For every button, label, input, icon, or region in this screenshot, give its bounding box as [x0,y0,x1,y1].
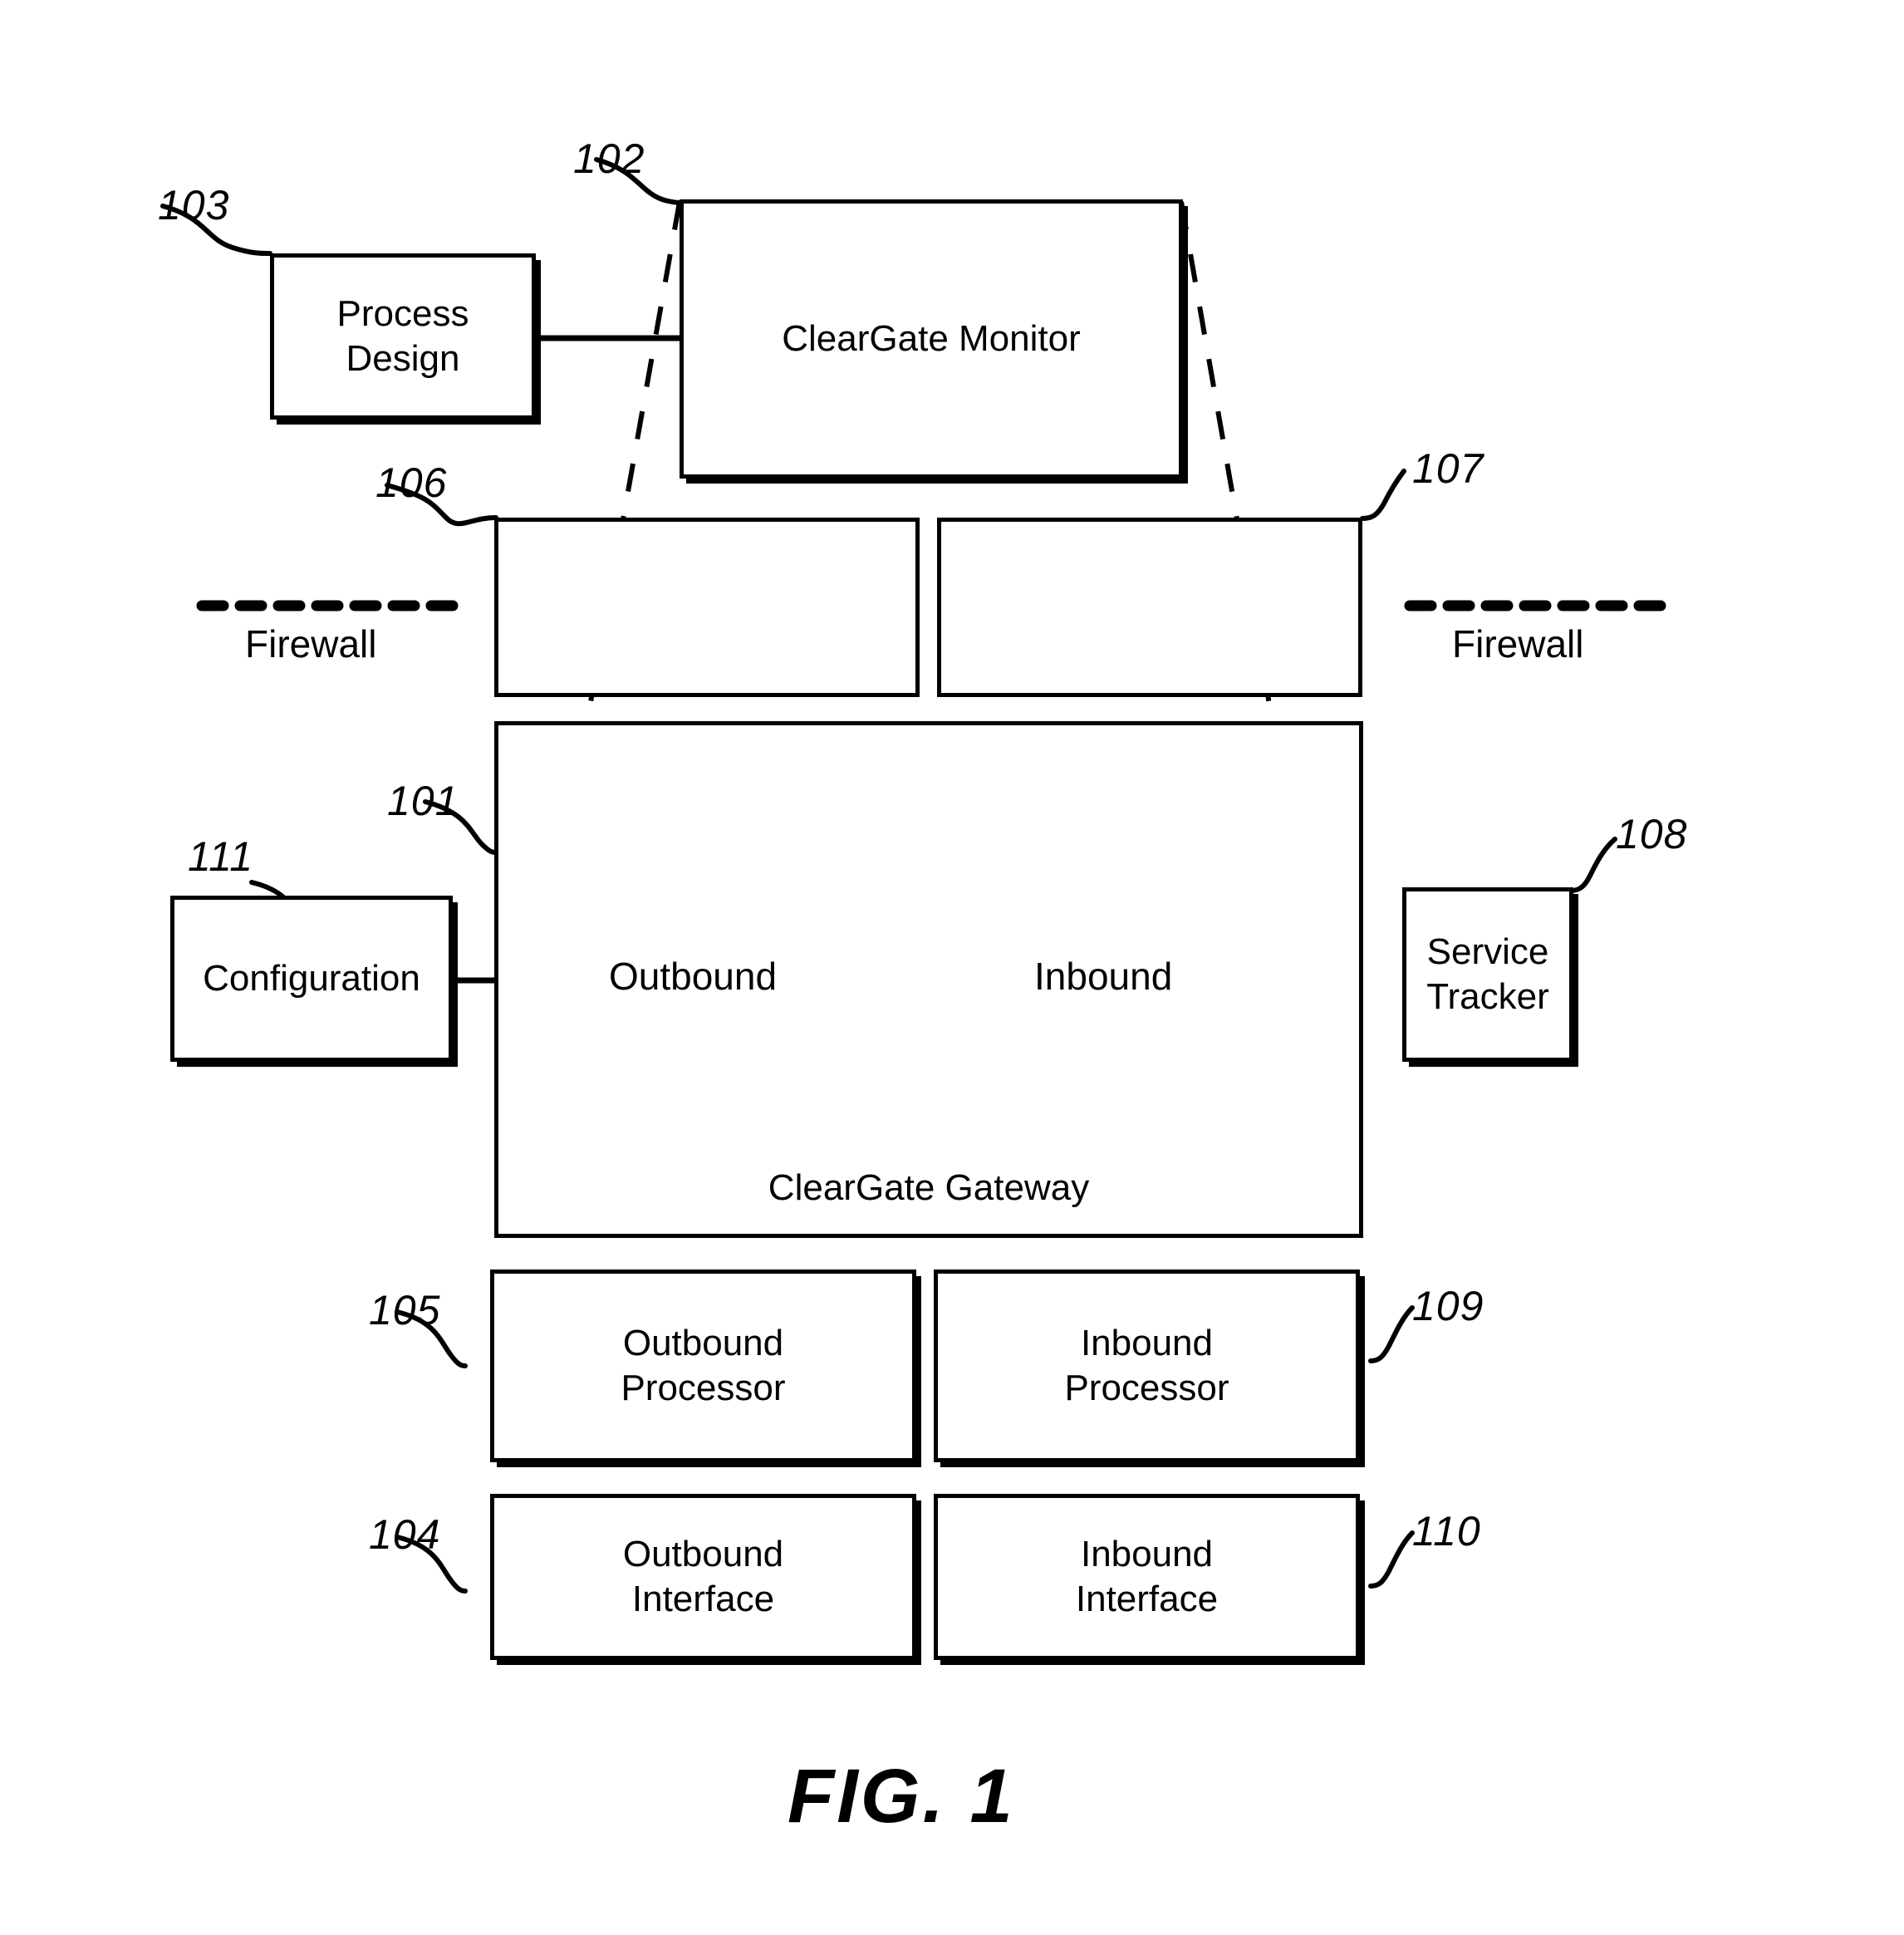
ref-numeral-110-text: 110 [1412,1508,1481,1554]
ref-numeral-111-text: 111 [188,833,254,880]
box-process-design[interactable]: Process Design [270,253,536,420]
ref-numeral-110: 110 [1412,1507,1481,1555]
label-outbound-flow: Outbound [609,954,777,999]
leader-109 [1368,1305,1415,1363]
box-inbound-interface[interactable]: Inbound Interface [934,1494,1360,1660]
box-configuration-label: Configuration [203,958,420,999]
ref-numeral-105: 105 [369,1286,440,1334]
box-outbound-interface-label: Outbound Interface [622,1534,784,1619]
label-outbound-flow-text: Outbound [609,955,778,998]
ref-numeral-107: 107 [1412,444,1484,493]
ref-numeral-101: 101 [387,777,459,825]
ref-numeral-103: 103 [158,181,229,229]
ref-numeral-109-text: 109 [1412,1283,1484,1329]
ref-numeral-104: 104 [369,1510,440,1559]
ref-numeral-107-text: 107 [1412,445,1484,492]
label-firewall-left: Firewall [245,621,376,666]
ref-numeral-104-text: 104 [369,1511,441,1558]
ref-numeral-109: 109 [1412,1282,1484,1330]
box-process-design-label: Process Design [336,293,469,379]
figure-caption-text: FIG. 1 [788,1754,1015,1839]
ref-numeral-103-text: 103 [158,182,230,228]
ref-numeral-106: 106 [375,459,447,507]
box-outbound-processor[interactable]: Outbound Processor [490,1270,916,1462]
leader-108 [1568,837,1617,893]
label-inbound-flow: Inbound [1034,954,1172,999]
ref-numeral-108: 108 [1616,810,1687,858]
label-firewall-right-text: Firewall [1452,622,1584,665]
figure-caption: FIG. 1 [788,1753,1015,1840]
box-inbound-processor-label: Inbound Processor [1064,1323,1229,1408]
leader-110 [1368,1530,1415,1589]
box-cleargate-gateway-label: ClearGate Gateway [768,1167,1090,1209]
ref-numeral-102: 102 [573,135,645,183]
box-service-tracker[interactable]: Service Tracker [1402,887,1573,1062]
leader-107 [1360,469,1406,521]
box-inbound-processor[interactable]: Inbound Processor [934,1270,1360,1462]
box-configuration[interactable]: Configuration [170,896,453,1062]
box-dmz-inbound-zone[interactable] [937,518,1362,697]
ref-numeral-106-text: 106 [375,459,448,506]
box-cleargate-monitor[interactable]: ClearGate Monitor [680,199,1183,479]
label-firewall-left-text: Firewall [245,622,377,665]
ref-numeral-108-text: 108 [1616,811,1688,857]
ref-numeral-101-text: 101 [387,778,459,824]
box-cleargate-monitor-label: ClearGate Monitor [782,318,1081,360]
box-service-tracker-label: Service Tracker [1426,931,1549,1017]
box-inbound-interface-label: Inbound Interface [1075,1534,1219,1619]
box-outbound-processor-label: Outbound Processor [621,1323,786,1408]
ref-numeral-111: 111 [188,832,253,881]
label-inbound-flow-text: Inbound [1034,955,1173,998]
box-dmz-outbound-zone[interactable] [494,518,920,697]
ref-numeral-105-text: 105 [369,1287,441,1333]
box-outbound-interface[interactable]: Outbound Interface [490,1494,916,1660]
patent-figure: Process Design ClearGate Monitor ClearGa… [0,0,1904,1935]
ref-numeral-102-text: 102 [573,135,645,182]
label-firewall-right: Firewall [1452,621,1583,666]
